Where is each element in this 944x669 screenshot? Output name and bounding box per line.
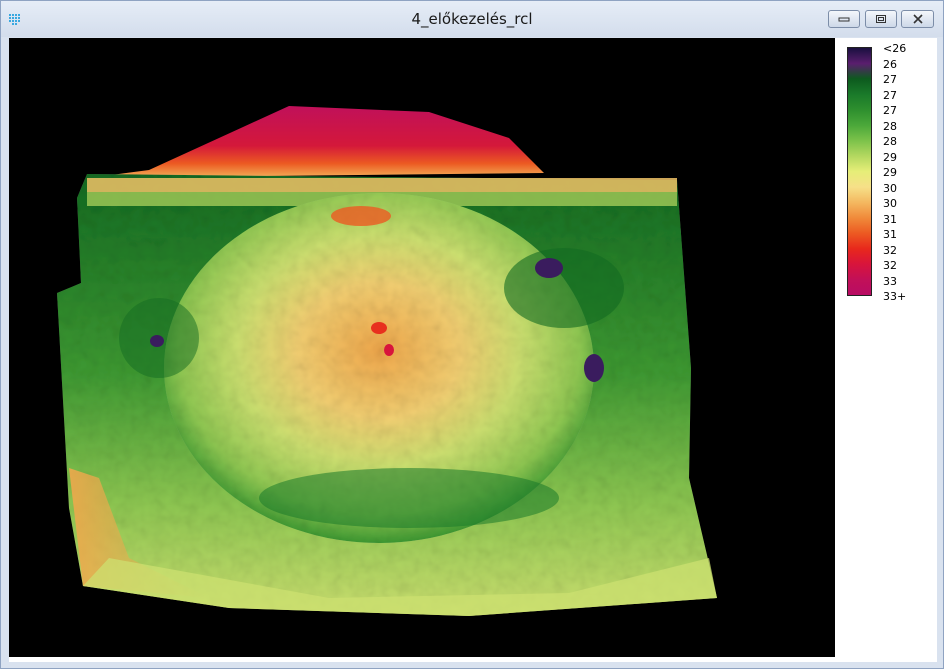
minimize-button[interactable] <box>828 10 860 28</box>
legend-label: <26 <box>883 42 907 55</box>
legend-label: 27 <box>883 104 897 117</box>
legend-label: 32 <box>883 243 897 257</box>
maximize-button[interactable] <box>865 10 897 28</box>
legend-label: 32 <box>883 259 897 272</box>
legend-label: 29 <box>883 166 897 179</box>
raster-window: 4_előkezelés_rcl <26 26 27 27 27 28 28 2… <box>0 0 944 669</box>
legend-label: 33+ <box>883 290 907 303</box>
legend-label: 26 <box>883 57 897 71</box>
legend-label: 27 <box>883 88 897 102</box>
legend-label: 27 <box>883 73 897 86</box>
maximize-icon <box>876 15 886 23</box>
legend-label: 31 <box>883 228 897 241</box>
map-view[interactable]: <26 26 27 27 27 28 28 29 29 30 30 31 31 … <box>9 38 937 662</box>
legend-label: 33 <box>883 274 897 288</box>
legend-label: 29 <box>883 150 897 164</box>
close-icon <box>912 14 923 24</box>
close-button[interactable] <box>901 10 934 28</box>
minimize-icon <box>838 17 850 22</box>
legend-label: 31 <box>883 212 897 226</box>
legend-label: 30 <box>883 181 897 195</box>
legend-label: 30 <box>883 197 897 210</box>
thermal-raster-image <box>57 106 717 616</box>
hot-edge-region <box>89 106 544 178</box>
title-bar[interactable]: 4_előkezelés_rcl <box>1 1 943 37</box>
legend-label: 28 <box>883 135 897 148</box>
thermal-raster-canvas[interactable] <box>9 38 835 657</box>
legend-color-ramp <box>847 47 872 296</box>
window-title: 4_előkezelés_rcl <box>411 10 533 28</box>
legend-label: 28 <box>883 119 897 133</box>
